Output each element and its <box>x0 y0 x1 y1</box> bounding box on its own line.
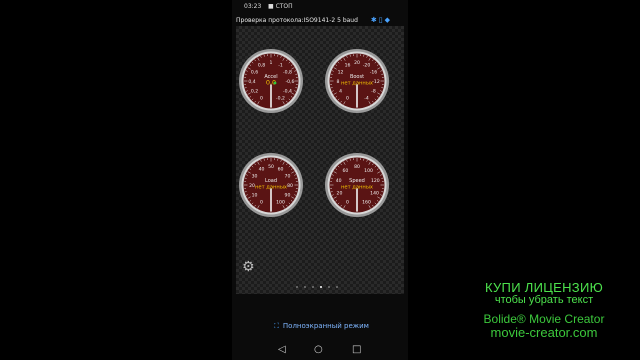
watermark-line-3: Bolide® Movie Creator <box>483 312 605 326</box>
fullscreen-mode-link[interactable]: ⛶ Полноэкранный режим <box>274 322 369 331</box>
dashboard: 1 0,8 -1 0,6 -0,8 0,4 -0,6 0,2 -0,4 0 -0,2 Accel 0,0… <box>236 26 404 294</box>
tick-label: 40 <box>259 167 265 173</box>
tick-label: 70 <box>285 174 291 180</box>
fullscreen-label: Полноэкранный режим <box>282 322 369 330</box>
tick-label: 60 <box>343 168 349 174</box>
gauge-name: Boost <box>350 74 364 80</box>
tick-label: -0,6 <box>286 79 295 85</box>
tick-label: 20 <box>354 60 360 66</box>
tick-label: 0,4 <box>248 79 255 85</box>
watermark: КУПИ ЛИЦЕНЗИЮ чтобы убрать текст Bolide®… <box>476 280 612 340</box>
page-dot[interactable] <box>320 286 322 288</box>
tick-label: -0,8 <box>283 70 292 76</box>
tick-label: 160 <box>362 199 371 205</box>
tick-label: 0 <box>346 199 349 205</box>
tick-label: 10 <box>252 193 258 199</box>
tick-label: 120 <box>371 178 380 184</box>
gauge-load[interactable]: 50 40 60 30 70 20 80 10 90 0 100 Load нет данных <box>238 152 304 218</box>
back-icon[interactable]: ◁ <box>278 344 286 355</box>
tick-label: -0,4 <box>283 89 292 95</box>
tick-label: -12 <box>372 79 380 85</box>
page-indicator <box>296 284 344 290</box>
tick-label: 0 <box>346 95 349 101</box>
tick-label: 100 <box>276 199 285 205</box>
recents-icon[interactable]: □ <box>352 344 361 355</box>
tick-label: -1 <box>278 63 283 69</box>
tick-label: -0,2 <box>276 95 285 101</box>
settings-gear-icon[interactable]: ⚙ <box>242 260 256 274</box>
tick-label: 0,6 <box>251 70 258 76</box>
tick-label: 0,8 <box>258 63 265 69</box>
tick-label: 4 <box>339 89 342 95</box>
tick-label: 90 <box>285 193 291 199</box>
tick-label: 8 <box>337 79 340 85</box>
gauge-name: Speed <box>349 178 365 184</box>
watermark-line-4: movie-creator.com <box>490 325 598 340</box>
tick-label: -16 <box>370 70 378 76</box>
protocol-bar: Проверка протокола:ISO9141-2 5 baud ✱▯◆ <box>232 14 408 26</box>
tick-label: -20 <box>363 63 371 69</box>
tick-label: -8 <box>371 89 376 95</box>
fullscreen-icon: ⛶ <box>274 322 279 330</box>
tick-label: 140 <box>370 190 379 196</box>
page-dot[interactable] <box>296 286 298 288</box>
pin-icon[interactable]: ◆ <box>385 16 392 24</box>
stop-recording-indicator[interactable]: ■ СТОП <box>268 3 293 10</box>
tick-label: 12 <box>338 70 344 76</box>
gauge-speed[interactable]: 80 60 100 40 120 20 140 0 160 Speed нет данных <box>324 152 390 218</box>
page-dot[interactable] <box>304 286 306 288</box>
gauge-accel[interactable]: 1 0,8 -1 0,6 -0,8 0,4 -0,6 0,2 -0,4 0 -0,2 Accel 0,0 <box>238 48 304 114</box>
tick-label: 0 <box>260 95 263 101</box>
tick-label: 30 <box>252 174 258 180</box>
phone-screen: 03:23 ■ СТОП Проверка протокола:ISO9141-… <box>232 0 408 360</box>
gauge-boost[interactable]: 20 16 -20 12 -16 8 -12 4 -8 0 -4 Boost нет данных <box>324 48 390 114</box>
tick-label: 80 <box>287 183 293 189</box>
value-indicator-dot <box>273 81 277 85</box>
tick-label: 16 <box>345 63 351 69</box>
clock: 03:23 <box>244 3 262 10</box>
tick-label: 50 <box>268 164 274 170</box>
tick-label: 80 <box>354 164 360 170</box>
tick-label: -4 <box>364 95 369 101</box>
page-dot[interactable] <box>328 286 330 288</box>
watermark-line-1: КУПИ ЛИЦЕНЗИЮ <box>484 280 604 295</box>
android-nav-bar: ◁ ○ □ <box>232 340 408 360</box>
tick-label: 0 <box>260 199 263 205</box>
page-dot[interactable] <box>312 286 314 288</box>
status-bar: 03:23 ■ СТОП <box>232 0 408 12</box>
protocol-status-text: Проверка протокола:ISO9141-2 5 baud <box>236 17 358 24</box>
tick-label: 20 <box>337 190 343 196</box>
gauge-name: Load <box>265 178 277 184</box>
tick-label: 40 <box>336 178 342 184</box>
page-dot[interactable] <box>336 286 338 288</box>
connection-icons: ✱▯◆ <box>371 16 392 24</box>
watermark-line-2: чтобы убрать текст <box>494 294 594 306</box>
tick-label: 60 <box>278 167 284 173</box>
bluetooth-icon[interactable]: ✱ <box>371 16 379 24</box>
tick-label: 0,2 <box>251 89 258 95</box>
home-icon[interactable]: ○ <box>314 344 323 355</box>
tick-label: 1 <box>270 60 273 66</box>
tick-label: 100 <box>364 168 373 174</box>
